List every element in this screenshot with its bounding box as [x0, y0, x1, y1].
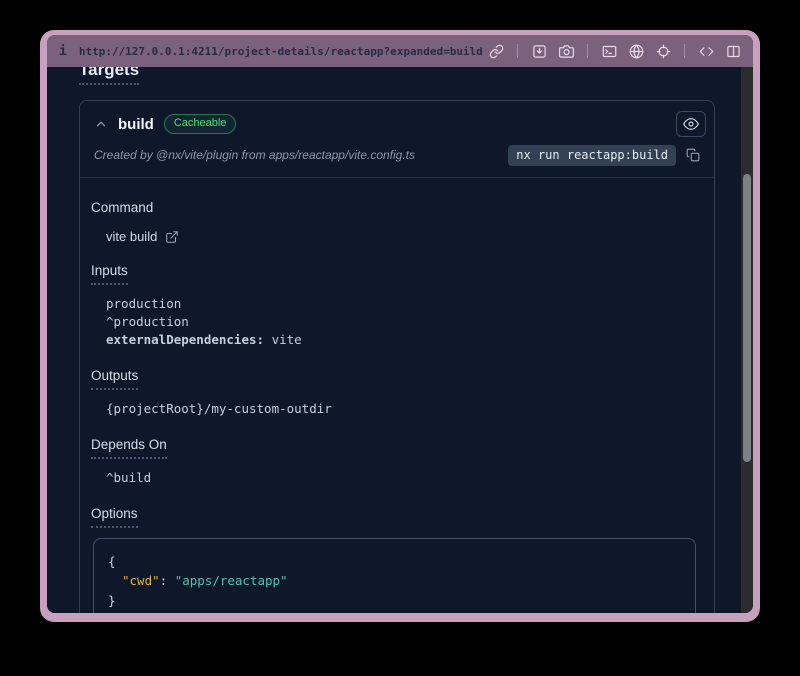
created-by-text: Created by @nx/vite/plugin from apps/rea… [94, 148, 508, 162]
divider [587, 44, 588, 58]
copy-button[interactable] [682, 144, 704, 166]
browser-window: i http://127.0.0.1:4211/project-details/… [40, 30, 760, 622]
depends-on-heading-text[interactable]: Depends On [91, 435, 167, 459]
json-line: { [108, 552, 681, 571]
options-json-block: { "cwd": "apps/reactapp" } [93, 538, 696, 613]
build-card-body: Command vite build Inputs [80, 178, 714, 613]
build-card-subheader: Created by @nx/vite/plugin from apps/rea… [80, 139, 714, 177]
outputs-heading: Outputs [91, 366, 698, 390]
copy-icon [686, 148, 700, 162]
outputs-heading-text[interactable]: Outputs [91, 366, 138, 390]
depends-on-section: Depends On ^build [91, 435, 698, 487]
scrollbar-thumb[interactable] [743, 174, 751, 462]
scrollbar-track[interactable] [741, 67, 753, 613]
options-heading: Options [91, 504, 698, 528]
target-card-build: build Cacheable Created by @nx/vite/plug… [79, 100, 715, 613]
external-link-icon[interactable] [165, 230, 179, 244]
split-view-icon[interactable] [725, 43, 741, 59]
json-colon: : [160, 573, 175, 588]
input-item: production [106, 295, 698, 313]
command-heading: Command [91, 198, 698, 218]
run-command-chip: nx run reactapp:build [508, 145, 676, 166]
divider [517, 44, 518, 58]
page-title: Targets [79, 67, 715, 85]
divider [684, 44, 685, 58]
json-line: } [108, 591, 681, 610]
options-heading-text[interactable]: Options [91, 504, 138, 528]
input-item: ^production [106, 313, 698, 331]
link-icon[interactable] [488, 43, 504, 59]
inputs-heading: Inputs [91, 261, 698, 285]
target-name: build [118, 116, 154, 133]
code-icon[interactable] [698, 43, 714, 59]
globe-icon[interactable] [628, 43, 644, 59]
command-section: Command vite build [91, 198, 698, 244]
outputs-section: Outputs {projectRoot}/my-custom-outdir [91, 366, 698, 418]
json-key: "cwd" [122, 573, 160, 588]
inputs-section: Inputs production ^production externalDe… [91, 261, 698, 349]
camera-icon[interactable] [558, 43, 574, 59]
command-value: vite build [106, 229, 698, 244]
build-card-header[interactable]: build Cacheable [80, 101, 714, 139]
terminal-icon[interactable] [601, 43, 617, 59]
url-input[interactable]: http://127.0.0.1:4211/project-details/re… [79, 45, 488, 58]
info-icon: i [59, 44, 67, 59]
depends-on-item: ^build [106, 469, 698, 487]
options-section: Options { "cwd": "apps/reactapp" } [91, 504, 698, 613]
output-item: {projectRoot}/my-custom-outdir [106, 400, 698, 418]
inputs-heading-text[interactable]: Inputs [91, 261, 128, 285]
targets-heading[interactable]: Targets [79, 67, 139, 85]
json-value: "apps/reactapp" [175, 573, 288, 588]
titlebar: i http://127.0.0.1:4211/project-details/… [47, 35, 753, 67]
view-in-graph-button[interactable] [676, 111, 706, 137]
command-text: vite build [106, 229, 157, 244]
chevron-up-icon[interactable] [94, 117, 108, 131]
depends-on-heading: Depends On [91, 435, 698, 459]
download-box-icon[interactable] [531, 43, 547, 59]
input-value: vite [272, 332, 302, 347]
input-key: externalDependencies: [106, 332, 264, 347]
crosshair-icon[interactable] [655, 43, 671, 59]
titlebar-actions [488, 43, 741, 59]
page-content: Targets build Cacheable [47, 67, 741, 613]
input-item: externalDependencies: vite [106, 331, 698, 349]
cacheable-badge: Cacheable [164, 114, 237, 134]
json-line: "cwd": "apps/reactapp" [108, 571, 681, 590]
eye-icon [683, 116, 699, 132]
page-viewport: Targets build Cacheable [47, 67, 753, 613]
window-inner: i http://127.0.0.1:4211/project-details/… [47, 35, 753, 613]
